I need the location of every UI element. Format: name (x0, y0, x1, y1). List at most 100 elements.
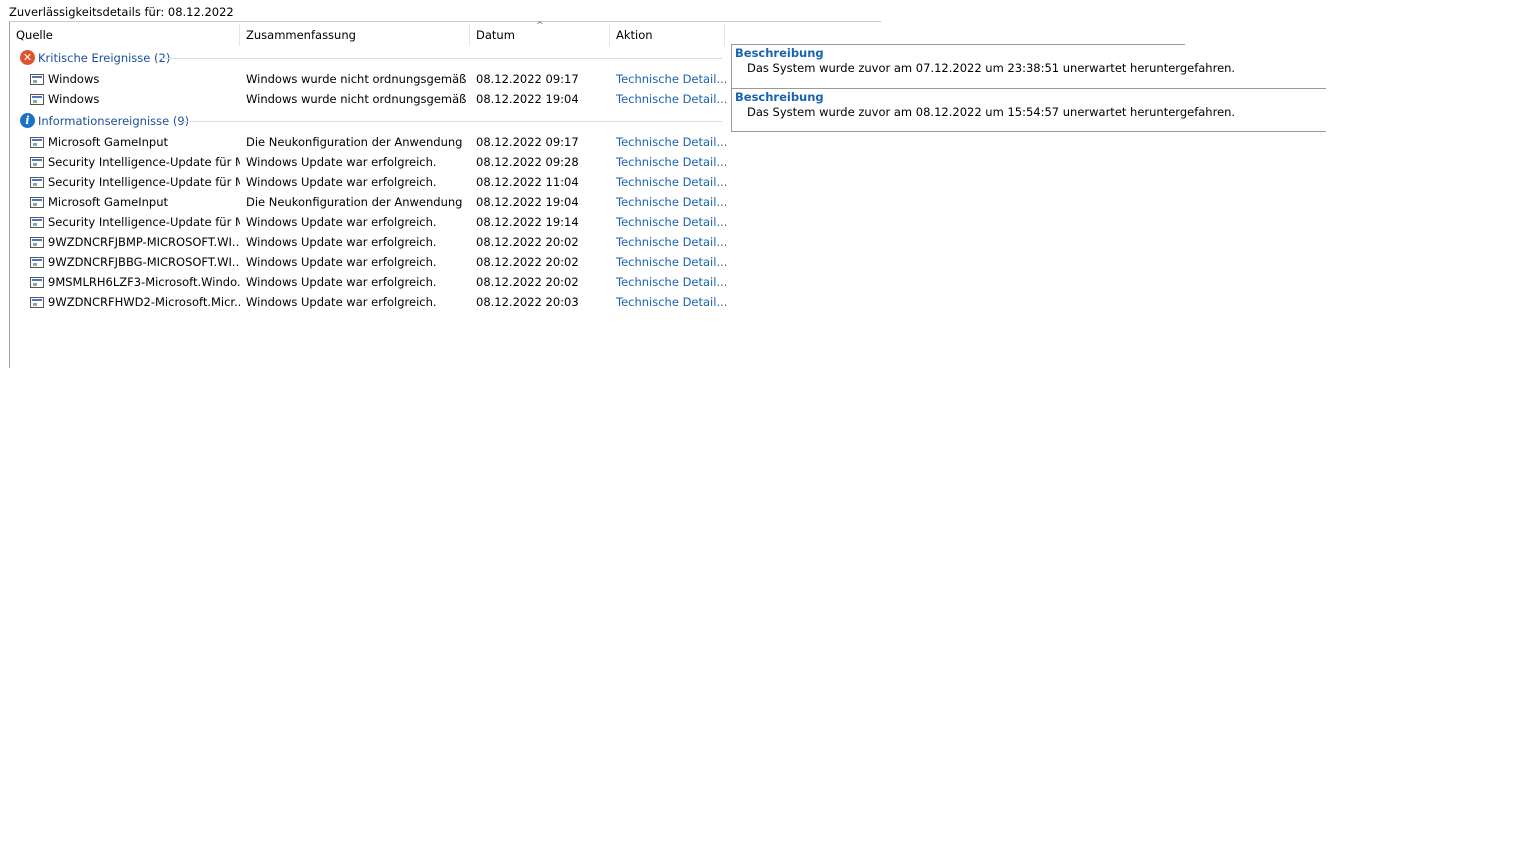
detail-heading: Beschreibung (735, 46, 824, 60)
technical-details-link[interactable]: Technische Detail... (616, 135, 726, 149)
row-date: 08.12.2022 20:03 (476, 295, 579, 309)
table-row[interactable]: 9MSMLRH6LZF3-Microsoft.Windo... Windows U… (10, 272, 726, 292)
detail-description-box: Beschreibung Das System wurde zuvor am 08… (731, 88, 1326, 132)
row-summary: Windows Update war erfolgreich. (246, 255, 437, 269)
event-groups: ✕ Kritische Ereignisse (2) Windows Windows … (10, 47, 726, 312)
detail-divider (731, 44, 1185, 45)
row-summary: Windows Update war erfolgreich. (246, 215, 437, 229)
row-source: Windows (48, 72, 100, 86)
table-row[interactable]: Security Intelligence-Update für M... Win… (10, 212, 726, 232)
row-summary: Windows wurde nicht ordnungsgemäß ... (246, 72, 466, 86)
detail-border (731, 88, 732, 132)
row-date: 08.12.2022 19:14 (476, 215, 579, 229)
row-source: Microsoft GameInput (48, 195, 169, 209)
row-date: 08.12.2022 09:17 (476, 72, 579, 86)
column-divider[interactable] (609, 24, 610, 46)
application-window-icon (30, 74, 44, 85)
group-label: Kritische Ereignisse (2) (38, 51, 171, 65)
technical-details-link[interactable]: Technische Detail... (616, 175, 726, 189)
row-summary: Die Neukonfiguration der Anwendung ... (246, 195, 466, 209)
technical-details-link[interactable]: Technische Detail... (616, 72, 726, 86)
row-date: 08.12.2022 20:02 (476, 235, 579, 249)
row-source: 9WZDNCRFJBMP-MICROSOFT.WI... (48, 235, 240, 249)
column-divider[interactable] (239, 24, 240, 46)
events-list: Quelle Zusammenfassung Datum ^ Aktion ✕ K… (10, 21, 726, 312)
technical-details-link[interactable]: Technische Detail... (616, 275, 726, 289)
detail-description-box: Beschreibung Das System wurde zuvor am 07… (731, 44, 1326, 88)
technical-details-link[interactable]: Technische Detail... (616, 255, 726, 269)
row-summary: Windows Update war erfolgreich. (246, 175, 437, 189)
application-window-icon (30, 197, 44, 208)
technical-details-link[interactable]: Technische Detail... (616, 235, 726, 249)
details-bottom-divider (731, 131, 1326, 132)
row-source: Windows (48, 92, 100, 106)
row-summary: Windows wurde nicht ordnungsgemäß ... (246, 92, 466, 106)
application-window-icon (30, 94, 44, 105)
row-source: Security Intelligence-Update für M... (48, 155, 240, 169)
row-date: 08.12.2022 11:04 (476, 175, 579, 189)
column-header-action[interactable]: Aktion (616, 28, 653, 42)
row-date: 08.12.2022 09:17 (476, 135, 579, 149)
row-source: 9WZDNCRFJBBG-MICROSOFT.WI... (48, 255, 240, 269)
technical-details-link[interactable]: Technische Detail... (616, 295, 726, 309)
application-window-icon (30, 157, 44, 168)
row-summary: Windows Update war erfolgreich. (246, 235, 437, 249)
detail-border (731, 44, 732, 88)
group-divider (182, 121, 722, 122)
details-panel: Beschreibung Das System wurde zuvor am 07… (731, 44, 1326, 132)
row-date: 08.12.2022 09:28 (476, 155, 579, 169)
detail-heading: Beschreibung (735, 90, 824, 104)
column-divider[interactable] (469, 24, 470, 46)
row-summary: Die Neukonfiguration der Anwendung ... (246, 135, 466, 149)
technical-details-link[interactable]: Technische Detail... (616, 215, 726, 229)
group-divider (160, 58, 722, 59)
table-row[interactable]: Microsoft GameInput Die Neukonfiguration … (10, 132, 726, 152)
table-row[interactable]: Security Intelligence-Update für M... Win… (10, 172, 726, 192)
title-divider (9, 21, 881, 22)
info-icon: i (20, 113, 35, 128)
technical-details-link[interactable]: Technische Detail... (616, 195, 726, 209)
application-window-icon (30, 277, 44, 288)
application-window-icon (30, 177, 44, 188)
column-header-summary[interactable]: Zusammenfassung (246, 28, 356, 42)
detail-text: Das System wurde zuvor am 07.12.2022 um … (747, 61, 1236, 75)
page-title: Zuverlässigkeitsdetails für: 08.12.2022 (9, 5, 234, 19)
table-row[interactable]: 9WZDNCRFHWD2-Microsoft.Micr... Windows Up… (10, 292, 726, 312)
sort-ascending-icon: ^ (536, 21, 544, 31)
application-window-icon (30, 257, 44, 268)
application-window-icon (30, 217, 44, 228)
error-icon: ✕ (20, 50, 35, 65)
group-label: Informationsereignisse (9) (38, 114, 190, 128)
row-source: 9MSMLRH6LZF3-Microsoft.Windo... (48, 275, 240, 289)
group-information-events[interactable]: i Informationsereignisse (9) (10, 110, 726, 132)
row-summary: Windows Update war erfolgreich. (246, 275, 437, 289)
row-source: Security Intelligence-Update für M... (48, 215, 240, 229)
row-date: 08.12.2022 20:02 (476, 255, 579, 269)
detail-text: Das System wurde zuvor am 08.12.2022 um … (747, 105, 1236, 119)
technical-details-link[interactable]: Technische Detail... (616, 155, 726, 169)
row-source: Security Intelligence-Update für M... (48, 175, 240, 189)
row-date: 08.12.2022 19:04 (476, 195, 579, 209)
table-row[interactable]: 9WZDNCRFJBMP-MICROSOFT.WI... Windows Upda… (10, 232, 726, 252)
row-date: 08.12.2022 19:04 (476, 92, 579, 106)
row-source: 9WZDNCRFHWD2-Microsoft.Micr... (48, 295, 240, 309)
group-critical-events[interactable]: ✕ Kritische Ereignisse (2) (10, 47, 726, 69)
detail-divider (731, 88, 1326, 89)
list-header: Quelle Zusammenfassung Datum ^ Aktion (10, 21, 726, 46)
table-row[interactable]: Windows Windows wurde nicht ordnungsgemäß… (10, 89, 726, 109)
table-row[interactable]: 9WZDNCRFJBBG-MICROSOFT.WI... Windows Upda… (10, 252, 726, 272)
row-summary: Windows Update war erfolgreich. (246, 155, 437, 169)
application-window-icon (30, 137, 44, 148)
application-window-icon (30, 297, 44, 308)
row-date: 08.12.2022 20:02 (476, 275, 579, 289)
table-row[interactable]: Security Intelligence-Update für M... Win… (10, 152, 726, 172)
column-divider[interactable] (724, 24, 725, 46)
table-row[interactable]: Windows Windows wurde nicht ordnungsgemäß… (10, 69, 726, 89)
table-row[interactable]: Microsoft GameInput Die Neukonfiguration … (10, 192, 726, 212)
row-summary: Windows Update war erfolgreich. (246, 295, 437, 309)
row-source: Microsoft GameInput (48, 135, 169, 149)
column-header-source[interactable]: Quelle (16, 28, 53, 42)
column-header-date[interactable]: Datum (476, 28, 515, 42)
technical-details-link[interactable]: Technische Detail... (616, 92, 726, 106)
application-window-icon (30, 237, 44, 248)
